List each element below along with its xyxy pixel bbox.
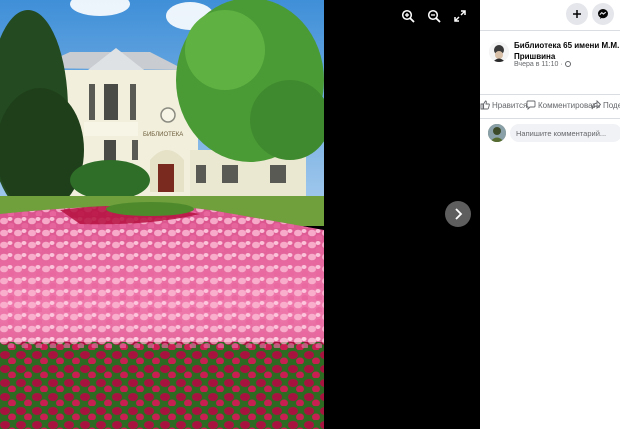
avatar[interactable] [489,42,509,62]
globe-icon [564,61,571,67]
zoom-out-icon[interactable] [424,6,444,26]
post-actions: Нравится Комментировать Поделиться [480,100,620,116]
viewer-toolbar [398,6,470,26]
messenger-icon [598,9,608,19]
actions-bottom-divider [480,118,620,119]
actions-top-divider [480,94,620,95]
share-button[interactable]: Поделиться [591,100,620,110]
next-photo-button[interactable] [445,201,471,227]
timestamp-text[interactable]: Вчера в 11:10 · [514,61,563,68]
share-icon [591,100,601,110]
like-button[interactable]: Нравится [480,100,527,110]
commenter-avatar[interactable] [488,124,506,142]
author-name[interactable]: Библиотека 65 имени М.М. Пришвина [514,40,620,62]
comment-button[interactable]: Комментировать [526,100,600,110]
share-label: Поделиться [603,100,620,110]
chevron-right-icon [455,208,463,220]
comment-input[interactable] [510,124,620,142]
building-sign: БИБЛИОТЕКА [143,132,183,138]
thumbs-up-icon [480,100,490,110]
top-bar [480,0,620,28]
like-label: Нравится [492,100,528,110]
expand-icon[interactable] [450,6,470,26]
photo-viewer: БИБЛИОТЕКА [0,0,480,429]
post-timestamp[interactable]: Вчера в 11:10 · [514,61,571,68]
top-divider [480,30,620,31]
create-button[interactable] [566,3,588,25]
post-sidebar: Библиотека 65 имени М.М. Пришвина Вчера … [480,0,620,429]
comment-icon [526,100,536,110]
plus-icon [573,10,581,18]
zoom-in-icon[interactable] [398,6,418,26]
post-photo[interactable]: БИБЛИОТЕКА [0,0,324,429]
messenger-button[interactable] [592,3,614,25]
